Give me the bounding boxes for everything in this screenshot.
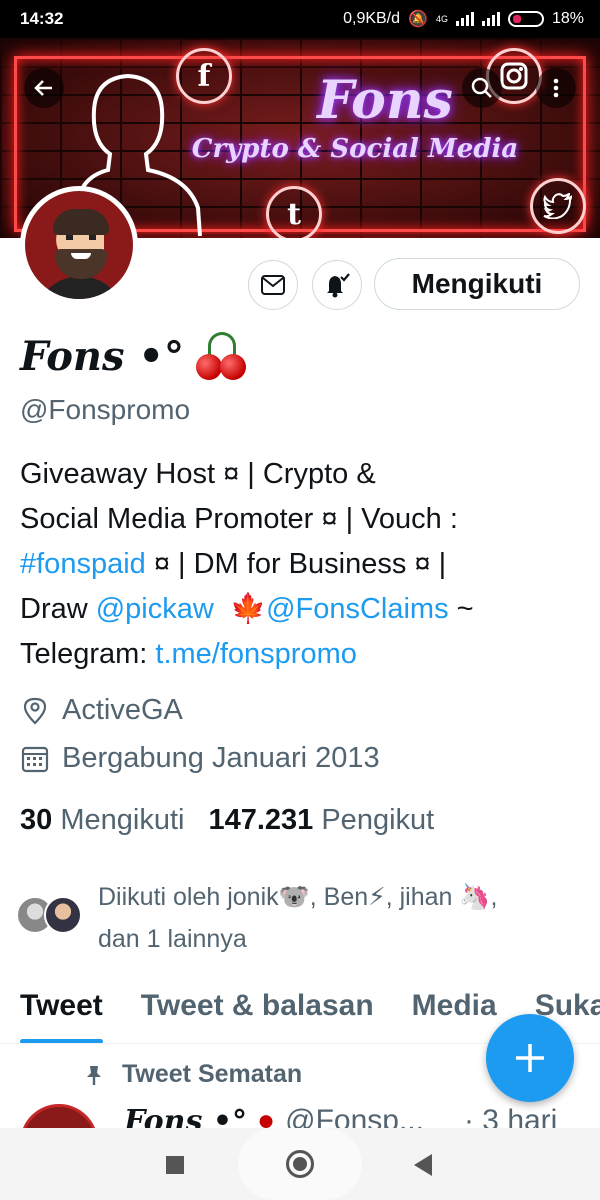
followers-label: Pengikut <box>321 804 435 836</box>
tweet-avatar[interactable] <box>20 1104 98 1128</box>
followed-by-text: Diikuti oleh jonik🐨, Ben⚡, jihan 🦄, dan … <box>98 876 588 960</box>
telegram-link[interactable]: t.me/fonspromo <box>155 638 356 670</box>
net-speed: 0,9KB/d <box>343 10 401 27</box>
search-button[interactable] <box>462 68 502 108</box>
twitter-bird-icon <box>530 178 586 234</box>
tab-tweet-replies[interactable]: Tweet & balasan <box>141 980 374 1043</box>
mute-icon: 🔕 <box>408 11 428 28</box>
bio-line: Social Media Promoter ¤ | Vouch : <box>20 503 458 535</box>
profile-handle: @Fonspromo <box>20 394 191 425</box>
arrow-left-icon <box>34 80 52 96</box>
plus-icon <box>516 1044 544 1072</box>
bio-text: Draw <box>20 593 96 625</box>
profile-joined: Bergabung Januari 2013 <box>20 742 380 775</box>
following-count: 30 <box>20 804 53 836</box>
tweet-header: Fons •° ● @Fonsp... · 3 hari <box>124 1104 557 1128</box>
pinned-tweet-label: Tweet Sematan <box>84 1060 302 1089</box>
hashtag-link[interactable]: #fonspaid <box>20 548 146 580</box>
mention-link-fonsclaims[interactable]: @FonsClaims <box>266 593 449 625</box>
status-time: 14:32 <box>20 9 64 28</box>
battery-level: 18% <box>551 10 584 27</box>
bio-line: Draw @pickaw 🍁@FonsClaims ~ <box>20 587 580 632</box>
bio-text: ~ <box>448 593 474 625</box>
signal-icon <box>455 12 474 26</box>
facebook-icon: f <box>176 48 232 104</box>
back-nav-button[interactable] <box>414 1154 432 1176</box>
location-text: ActiveGA <box>62 694 183 726</box>
location-pin-icon <box>23 697 47 725</box>
follower-avatar <box>44 896 82 934</box>
more-button[interactable] <box>536 68 576 108</box>
banner-subtitle: Crypto & Social Media <box>191 134 519 164</box>
back-button[interactable] <box>24 68 64 108</box>
mail-icon <box>261 275 285 295</box>
bio-line: Telegram: t.me/fonspromo <box>20 632 580 677</box>
display-name-text: Fons •° <box>20 332 184 380</box>
more-vertical-icon <box>553 78 559 98</box>
tab-media[interactable]: Media <box>412 980 497 1043</box>
notifications-button[interactable] <box>312 260 362 310</box>
following-button[interactable]: Mengikuti <box>374 258 580 310</box>
profile-location: ActiveGA <box>20 694 183 727</box>
pinned-label-text: Tweet Sematan <box>122 1060 303 1088</box>
recents-button[interactable] <box>166 1156 184 1174</box>
compose-tweet-button[interactable] <box>486 1014 574 1102</box>
followed-by-line: Diikuti oleh jonik🐨, Ben⚡, jihan 🦄, <box>98 883 498 911</box>
maple-leaf-icon: 🍁 <box>229 593 267 625</box>
bell-check-icon <box>327 273 350 298</box>
profile-display-name: Fons •° <box>20 330 250 382</box>
tweet-author-handle: @Fonsp... <box>285 1104 424 1128</box>
tweet-author-name: Fons •° <box>124 1104 247 1128</box>
pinned-tweet[interactable]: Fons •° ● @Fonsp... · 3 hari <box>20 1104 600 1128</box>
tumblr-icon: t <box>266 186 322 238</box>
profile-avatar[interactable] <box>20 186 138 304</box>
following-label: Mengikuti <box>60 804 185 836</box>
pin-icon <box>87 1065 101 1085</box>
mention-link-pickaw[interactable]: @pickaw <box>96 593 214 625</box>
followers-count: 147.231 <box>208 804 314 836</box>
bio-line: Giveaway Host ¤ | Crypto & <box>20 458 376 490</box>
tweet-time: · 3 hari <box>463 1104 558 1128</box>
profile-bio: Giveaway Host ¤ | Crypto & Social Media … <box>20 452 580 677</box>
tab-tweet[interactable]: Tweet <box>20 980 103 1043</box>
bio-line: #fonspaid ¤ | DM for Business ¤ | <box>20 542 580 587</box>
search-icon <box>471 77 492 98</box>
followed-by-line: dan 1 lainnya <box>98 925 247 953</box>
following-count-link[interactable]: 30 Mengikuti <box>20 804 184 837</box>
calendar-icon <box>21 746 49 772</box>
status-indicators: 0,9KB/d 🔕 4G 18% <box>343 9 584 29</box>
cherry-emoji-icon: ● <box>257 1104 276 1128</box>
status-bar: 14:32 0,9KB/d 🔕 4G 18% <box>0 0 600 38</box>
bio-text: ¤ | DM for Business ¤ | <box>145 548 447 580</box>
message-button[interactable] <box>248 260 298 310</box>
android-nav-bar <box>0 1128 600 1200</box>
joined-text: Bergabung Januari 2013 <box>62 742 380 774</box>
signal-icon-2 <box>481 12 500 26</box>
home-button[interactable] <box>286 1150 314 1178</box>
cherry-emoji-icon <box>194 330 250 382</box>
followers-count-link[interactable]: 147.231 Pengikut <box>208 804 434 837</box>
bio-text: Telegram: <box>20 638 156 670</box>
follow-counts: 30 Mengikuti 147.231 Pengikut <box>20 804 434 837</box>
network-type: 4G <box>435 14 448 24</box>
battery-icon <box>507 11 544 27</box>
